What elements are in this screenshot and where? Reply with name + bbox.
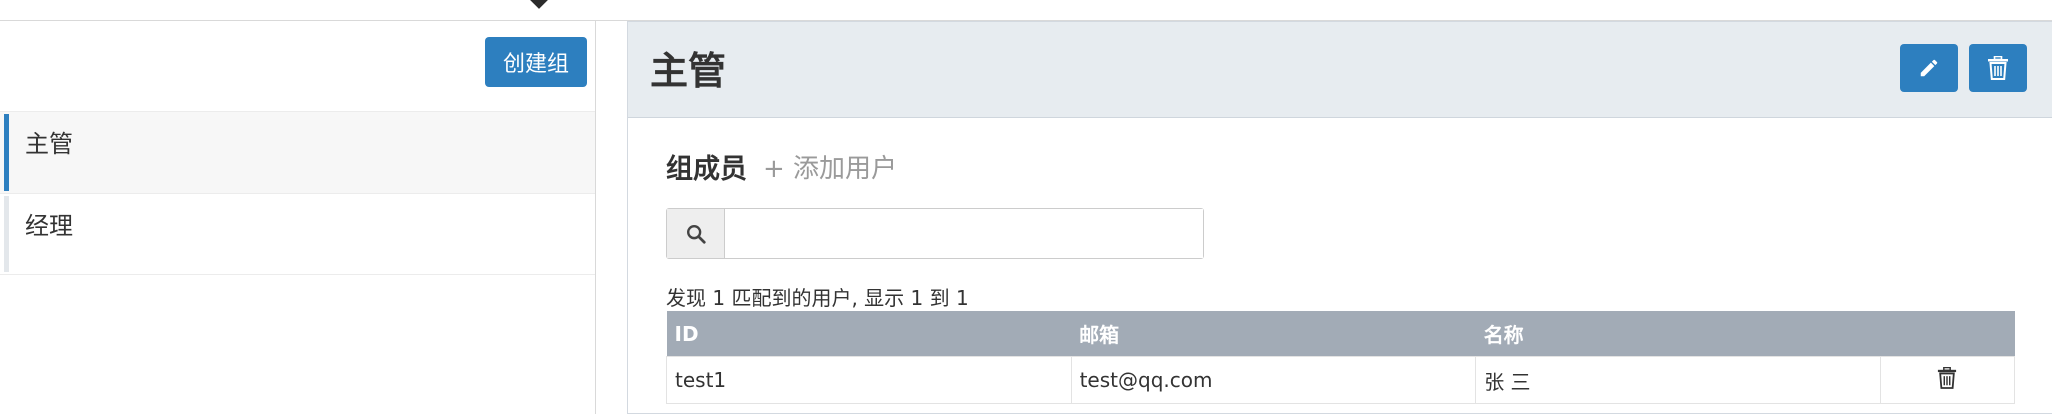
panel-header: 主管	[628, 22, 2052, 118]
group-detail-panel: 主管 组成员 + 添加用户 发现 1 匹配到的用户, 显示 1 到 1 ID 邮…	[627, 21, 2052, 414]
members-table: ID 邮箱 名称 test1 test@qq.com 张 三	[666, 311, 2016, 404]
cell-actions	[1879, 356, 2016, 404]
search-icon	[686, 224, 706, 244]
trash-icon	[1938, 366, 1957, 389]
top-divider	[0, 0, 2052, 21]
delete-group-button[interactable]	[1969, 44, 2027, 92]
search-input[interactable]	[725, 209, 1203, 258]
item-indicator	[4, 196, 9, 272]
cell-name: 张 三	[1475, 356, 1881, 404]
result-info: 发现 1 匹配到的用户, 显示 1 到 1	[666, 286, 969, 310]
group-item-manager[interactable]: 经理	[0, 193, 595, 275]
edit-group-button[interactable]	[1900, 44, 1958, 92]
column-header-actions	[1880, 311, 2015, 357]
group-sidebar: 创建组 主管 经理	[0, 21, 596, 414]
pencil-icon	[1920, 59, 1938, 77]
user-search	[666, 208, 1204, 259]
search-addon	[667, 209, 725, 258]
add-user-link[interactable]: + 添加用户	[763, 148, 897, 185]
group-item-label: 主管	[25, 130, 73, 158]
cell-id: test1	[666, 356, 1072, 404]
cell-email: test@qq.com	[1070, 356, 1477, 404]
table-header-row: ID 邮箱 名称	[666, 311, 2015, 357]
page: 创建组 主管 经理 主管 组成员 + 添加用户 发现 1 匹配到的用户, 显示 …	[0, 0, 2052, 414]
column-header-id[interactable]: ID	[666, 311, 1072, 357]
remove-member-button[interactable]	[1937, 366, 1957, 389]
column-header-name[interactable]: 名称	[1475, 311, 1881, 357]
group-list: 主管 经理	[0, 111, 595, 275]
create-group-button[interactable]: 创建组	[485, 37, 587, 87]
table-row: test1 test@qq.com 张 三	[666, 356, 2016, 404]
members-title: 组成员	[666, 154, 747, 185]
group-item-supervisor[interactable]: 主管	[0, 111, 595, 193]
page-title: 主管	[650, 49, 727, 93]
column-header-email[interactable]: 邮箱	[1071, 311, 1476, 357]
trash-icon	[1988, 56, 2008, 80]
active-indicator	[4, 114, 9, 191]
group-item-label: 经理	[25, 212, 73, 240]
